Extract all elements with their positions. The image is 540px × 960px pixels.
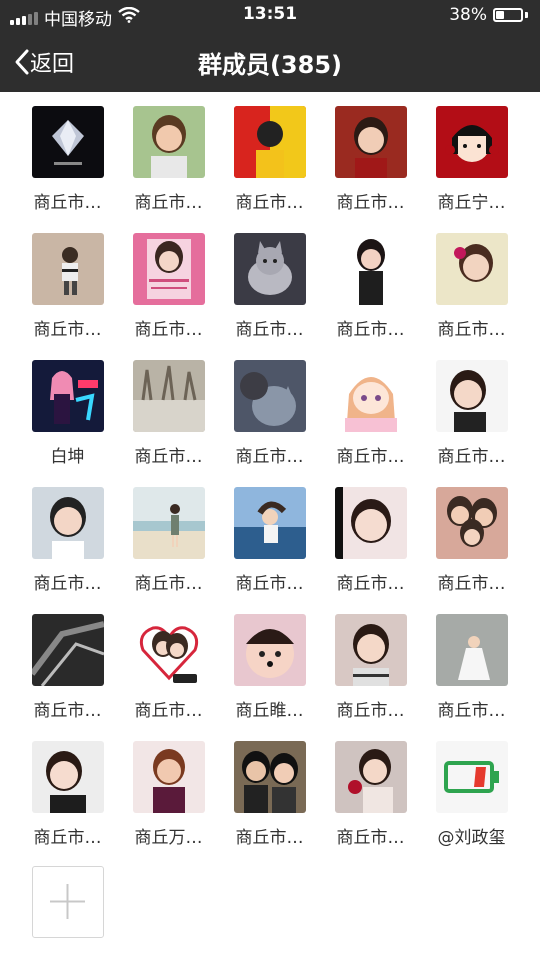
member-name: 商丘市… bbox=[336, 447, 405, 467]
member-item[interactable]: 商丘市… bbox=[320, 233, 421, 340]
page-title: 群成员(385) bbox=[197, 51, 343, 79]
member-item[interactable]: 商丘市… bbox=[17, 233, 118, 340]
member-name: 商丘市… bbox=[33, 320, 102, 340]
avatar bbox=[132, 233, 205, 305]
member-name: 商丘睢… bbox=[235, 701, 304, 721]
member-item[interactable]: 商丘市… bbox=[219, 487, 320, 594]
member-name: 商丘市… bbox=[336, 320, 405, 340]
status-right: 38% bbox=[449, 5, 528, 25]
avatar bbox=[435, 614, 508, 686]
member-item[interactable]: 白坤 bbox=[17, 360, 118, 467]
low-battery-icon bbox=[435, 741, 508, 813]
member-name: 商丘市… bbox=[336, 193, 405, 213]
status-bar: 中国移动 13:51 38% bbox=[0, 0, 540, 30]
member-item[interactable]: 商丘宁… bbox=[421, 106, 522, 213]
avatar bbox=[31, 106, 104, 178]
avatar bbox=[31, 614, 104, 686]
avatar bbox=[435, 233, 508, 305]
add-member-button[interactable] bbox=[32, 866, 104, 938]
avatar bbox=[132, 741, 205, 813]
member-item[interactable]: 商丘市… bbox=[118, 106, 219, 213]
avatar bbox=[31, 360, 104, 432]
member-name: 商丘市… bbox=[437, 320, 506, 340]
avatar bbox=[233, 614, 306, 686]
battery-percent: 38% bbox=[449, 5, 487, 25]
member-name: 商丘市… bbox=[235, 828, 304, 848]
member-name: 商丘市… bbox=[437, 447, 506, 467]
avatar bbox=[233, 360, 306, 432]
avatar bbox=[233, 233, 306, 305]
member-name: 白坤 bbox=[50, 447, 85, 467]
avatar bbox=[334, 741, 407, 813]
member-name: 商丘宁… bbox=[437, 193, 506, 213]
member-name: 商丘市… bbox=[33, 193, 102, 213]
member-item[interactable]: 商丘市… bbox=[421, 487, 522, 594]
member-name: 商丘市… bbox=[437, 701, 506, 721]
avatar bbox=[435, 360, 508, 432]
avatar bbox=[334, 233, 407, 305]
plus-icon bbox=[50, 884, 85, 919]
member-item[interactable]: 商丘市… bbox=[118, 487, 219, 594]
member-item[interactable]: 商丘市… bbox=[118, 360, 219, 467]
member-item[interactable]: 商丘市… bbox=[320, 741, 421, 848]
battery-icon bbox=[493, 8, 523, 22]
avatar bbox=[132, 106, 205, 178]
avatar bbox=[233, 741, 306, 813]
member-name: 商丘市… bbox=[33, 701, 102, 721]
member-item[interactable]: @刘政玺 bbox=[421, 741, 522, 848]
member-name: 商丘市… bbox=[437, 574, 506, 594]
member-item[interactable]: 商丘市… bbox=[421, 360, 522, 467]
avatar bbox=[31, 233, 104, 305]
member-name: 商丘万… bbox=[134, 828, 203, 848]
member-item[interactable]: 商丘市… bbox=[118, 614, 219, 721]
member-item[interactable]: 商丘市… bbox=[17, 741, 118, 848]
member-item[interactable]: 商丘市… bbox=[421, 614, 522, 721]
member-item[interactable]: 商丘市… bbox=[219, 233, 320, 340]
avatar bbox=[233, 487, 306, 559]
avatar bbox=[132, 614, 205, 686]
avatar bbox=[435, 106, 508, 178]
avatar bbox=[334, 360, 407, 432]
member-name: 商丘市… bbox=[235, 447, 304, 467]
member-item[interactable]: 商丘市… bbox=[17, 614, 118, 721]
member-name: 商丘市… bbox=[134, 320, 203, 340]
member-name: 商丘市… bbox=[33, 828, 102, 848]
member-item[interactable]: 商丘睢… bbox=[219, 614, 320, 721]
member-name: 商丘市… bbox=[134, 701, 203, 721]
member-item[interactable]: 商丘市… bbox=[421, 233, 522, 340]
avatar bbox=[31, 487, 104, 559]
avatar bbox=[334, 106, 407, 178]
member-item[interactable]: 商丘市… bbox=[17, 487, 118, 594]
member-name: 商丘市… bbox=[336, 828, 405, 848]
avatar bbox=[31, 741, 104, 813]
avatar bbox=[132, 360, 205, 432]
member-item[interactable]: 商丘市… bbox=[17, 106, 118, 213]
member-name: 商丘市… bbox=[235, 193, 304, 213]
member-name: @刘政玺 bbox=[437, 828, 506, 848]
member-name: 商丘市… bbox=[336, 574, 405, 594]
member-name: 商丘市… bbox=[33, 574, 102, 594]
member-item[interactable]: 商丘市… bbox=[219, 360, 320, 467]
avatar bbox=[132, 487, 205, 559]
avatar bbox=[334, 614, 407, 686]
member-item[interactable]: 商丘市… bbox=[320, 106, 421, 213]
battery-tip bbox=[525, 12, 528, 18]
member-item[interactable]: 商丘市… bbox=[219, 741, 320, 848]
avatar bbox=[435, 487, 508, 559]
member-name: 商丘市… bbox=[134, 193, 203, 213]
member-item[interactable]: 商丘市… bbox=[320, 487, 421, 594]
member-name: 商丘市… bbox=[336, 701, 405, 721]
avatar bbox=[233, 106, 306, 178]
member-item[interactable]: 商丘万… bbox=[118, 741, 219, 848]
avatar bbox=[334, 487, 407, 559]
member-name: 商丘市… bbox=[235, 320, 304, 340]
member-name: 商丘市… bbox=[134, 447, 203, 467]
member-item[interactable]: 商丘市… bbox=[118, 233, 219, 340]
member-item[interactable]: 商丘市… bbox=[320, 360, 421, 467]
nav-bar: 返回 群成员(385) bbox=[0, 30, 540, 92]
member-name: 商丘市… bbox=[134, 574, 203, 594]
member-item[interactable]: 商丘市… bbox=[320, 614, 421, 721]
member-name: 商丘市… bbox=[235, 574, 304, 594]
member-item[interactable]: 商丘市… bbox=[219, 106, 320, 213]
